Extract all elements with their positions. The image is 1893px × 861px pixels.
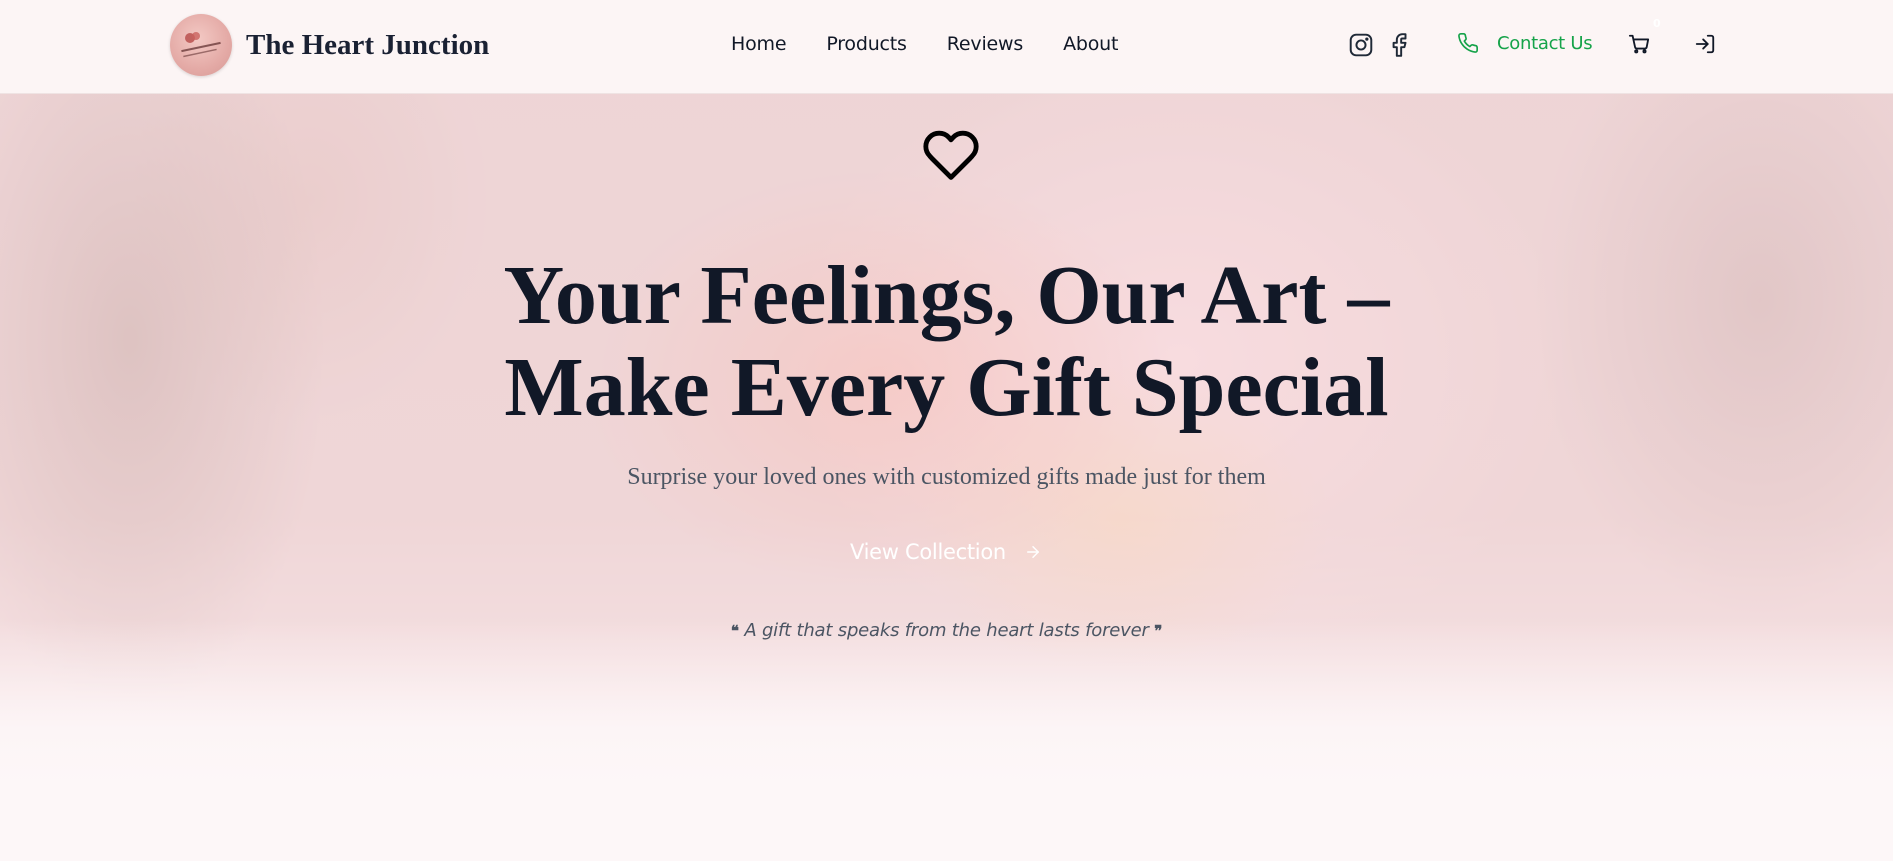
phone-icon	[1457, 32, 1479, 54]
view-collection-button[interactable]: View Collection	[850, 540, 1042, 564]
nav-item-products[interactable]: Products	[826, 33, 907, 55]
quote-close-mark: ❞	[1154, 622, 1163, 640]
brand-logo-link[interactable]: The Heart Junction	[170, 14, 489, 76]
hero-headline: Your Feelings, Our Art – Make Every Gift…	[0, 250, 1893, 434]
login-button[interactable]	[1694, 33, 1716, 60]
nav-item-about[interactable]: About	[1063, 33, 1118, 55]
arrow-right-icon	[1024, 543, 1042, 561]
hero-quote: ❝ A gift that speaks from the heart last…	[0, 620, 1893, 641]
cart-count-badge: 0	[1653, 17, 1661, 30]
nav-item-home[interactable]: Home	[731, 33, 787, 55]
quote-text: A gift that speaks from the heart lasts …	[744, 620, 1149, 641]
shopping-cart-icon	[1628, 33, 1650, 55]
hero-section: Your Feelings, Our Art – Make Every Gift…	[0, 0, 1893, 861]
brand-logo	[170, 14, 232, 76]
main-nav: Home Products Reviews About	[731, 33, 1118, 55]
view-collection-label: View Collection	[850, 540, 1006, 564]
hero-headline-line-2: Make Every Gift Special	[504, 341, 1389, 434]
site-header: The Heart Junction Home Products Reviews…	[0, 0, 1893, 94]
nav-item-reviews[interactable]: Reviews	[947, 33, 1023, 55]
contact-us-link[interactable]: Contact Us	[1457, 32, 1593, 54]
cart-button[interactable]: 0	[1628, 17, 1661, 60]
heart-icon	[922, 128, 980, 187]
hero-subheadline: Surprise your loved ones with customized…	[627, 464, 1266, 490]
social-links	[1348, 32, 1412, 58]
brand-name: The Heart Junction	[246, 28, 490, 61]
hero-headline-line-1: Your Feelings, Our Art –	[503, 249, 1390, 342]
log-in-icon	[1694, 33, 1716, 55]
quote-open-mark: ❝	[730, 622, 739, 640]
facebook-icon[interactable]	[1386, 32, 1412, 58]
contact-us-label: Contact Us	[1497, 32, 1593, 54]
instagram-icon[interactable]	[1348, 32, 1374, 58]
